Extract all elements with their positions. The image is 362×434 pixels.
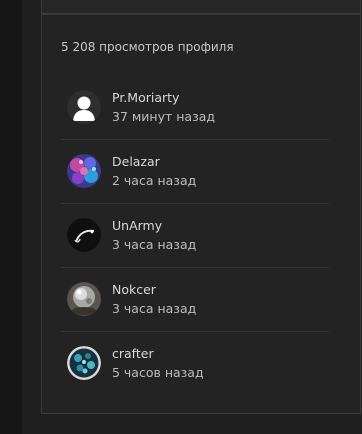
- default-user-avatar-icon[interactable]: [67, 90, 101, 124]
- visitor-name[interactable]: Delazar: [112, 153, 160, 171]
- panel-header-bar: [41, 0, 361, 14]
- crystal-ball-avatar-icon[interactable]: [67, 282, 101, 316]
- visitor-name[interactable]: UnArmy: [112, 217, 162, 235]
- visit-time: 37 минут назад: [112, 109, 216, 124]
- left-edge-strip: [0, 0, 22, 434]
- visitor-name[interactable]: crafter: [112, 345, 154, 363]
- visit-time: 2 часа назад: [112, 173, 197, 188]
- visit-time: 3 часа назад: [112, 237, 197, 252]
- colorful-abstract-avatar-icon[interactable]: [67, 154, 101, 188]
- visit-time: 5 часов назад: [112, 365, 204, 380]
- visitor-list: Pr.Moriarty 37 минут назад Delazar 2 час…: [61, 76, 329, 396]
- visitor-name[interactable]: Pr.Moriarty: [112, 89, 179, 107]
- dark-swirl-avatar-icon[interactable]: [67, 218, 101, 252]
- profile-views-count: 5 208 просмотров профиля: [61, 40, 234, 54]
- visit-time: 3 часа назад: [112, 301, 197, 316]
- visitor-row[interactable]: Nokcer 3 часа назад: [61, 268, 329, 332]
- visitor-row[interactable]: UnArmy 3 часа назад: [61, 204, 329, 268]
- visitor-row[interactable]: Pr.Moriarty 37 минут назад: [61, 76, 329, 140]
- visitor-row[interactable]: crafter 5 часов назад: [61, 332, 329, 396]
- blue-bokeh-avatar-icon[interactable]: [67, 346, 101, 380]
- visitor-row[interactable]: Delazar 2 часа назад: [61, 140, 329, 204]
- visitor-name[interactable]: Nokcer: [112, 281, 156, 299]
